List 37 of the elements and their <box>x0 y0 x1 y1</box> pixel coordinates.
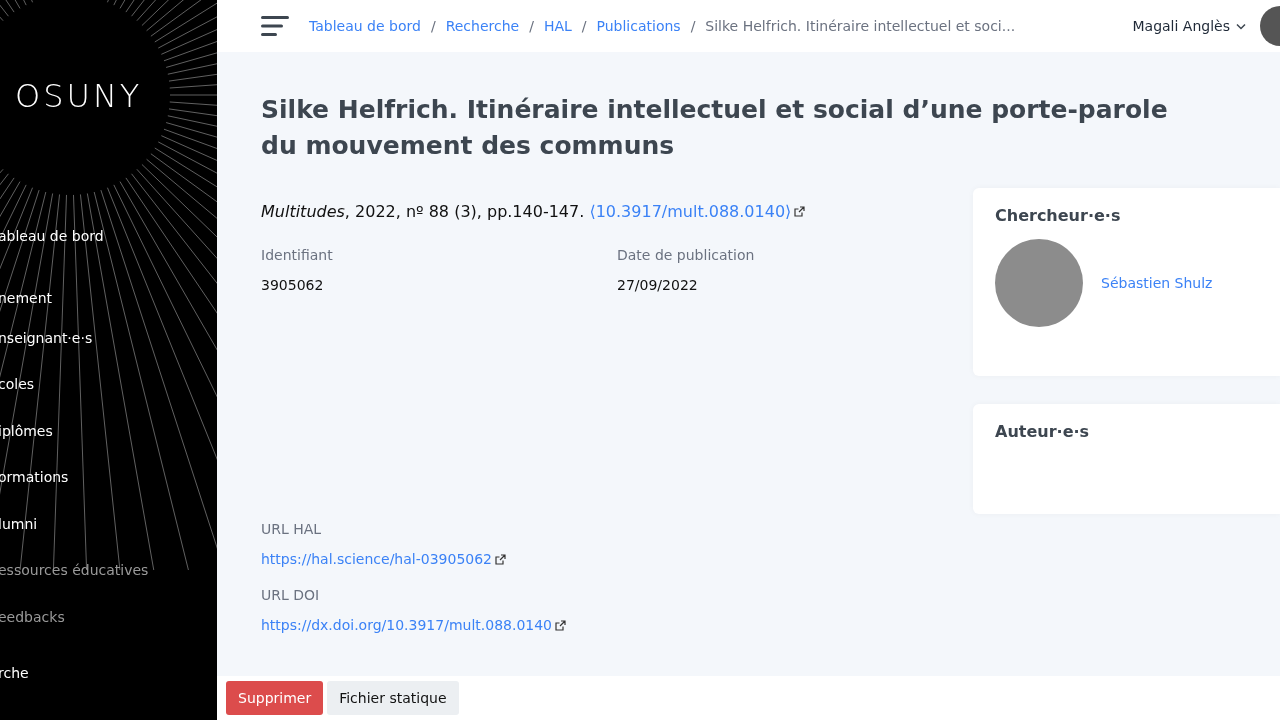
breadcrumb-separator: / <box>581 18 587 34</box>
breadcrumb-separator: / <box>690 18 696 34</box>
sidebar-item[interactable]: lumni <box>0 515 38 562</box>
chevron-down-icon <box>1236 22 1246 30</box>
external-link-icon <box>794 206 806 217</box>
card-title: Chercheur·e·s <box>995 206 1122 225</box>
breadcrumb-link[interactable]: Publications <box>596 18 681 34</box>
publication-title: Silke Helfrich. Itinéraire intellectuel et social d’une porte-parole du mouvement des communs <box>261 94 1169 162</box>
delete-button[interactable]: Supprimer <box>226 681 324 715</box>
field-label: Identifiant <box>261 247 334 263</box>
url-link[interactable]: https://hal.science/hal-03905062 <box>261 551 493 567</box>
field-label: URL DOI <box>261 587 321 603</box>
static-file-button[interactable]: Fichier statique <box>327 681 459 715</box>
doi-link[interactable]: ⟨10.3917/mult.088.0140⟩ <box>589 202 792 221</box>
breadcrumb-current: Silke Helfrich. Itinéraire intellectuel et soci... <box>705 18 1016 34</box>
person-link[interactable]: Sébastien Shulz <box>1101 275 1213 291</box>
breadcrumb-separator: / <box>529 18 534 34</box>
external-link-icon <box>495 553 507 565</box>
menu-icon[interactable] <box>261 15 289 37</box>
sidebar-item[interactable]: iplômes <box>0 422 53 469</box>
breadcrumb-link[interactable]: Tableau de bord <box>309 18 421 34</box>
external-link-icon <box>555 619 567 631</box>
field-label: Date de publication <box>617 247 756 263</box>
breadcrumb-link[interactable]: Recherche <box>445 18 520 34</box>
breadcrumb-separator: / <box>430 18 436 34</box>
citation: Multitudes, 2022, nº 88 (3), pp.140-147. ⟨10.3917/mult.088.0140⟩ <box>261 202 973 221</box>
url-link[interactable]: https://dx.doi.org/10.3917/mult.088.0140 <box>261 617 553 633</box>
logo[interactable]: OSUNY <box>15 74 143 118</box>
sidebar-item[interactable]: rche <box>0 665 29 712</box>
card-title: Auteur·e·s <box>995 422 1091 441</box>
field-value: 27/09/2022 <box>617 277 699 293</box>
user-menu[interactable]: Magali Anglès <box>1132 18 1246 34</box>
sidebar-item[interactable]: nseignant·e·s <box>0 329 93 376</box>
field-label: URL HAL <box>261 521 323 537</box>
sidebar-item[interactable]: nement <box>0 289 53 330</box>
breadcrumb-link[interactable]: HAL <box>543 18 572 34</box>
field-value: 3905062 <box>261 277 325 293</box>
